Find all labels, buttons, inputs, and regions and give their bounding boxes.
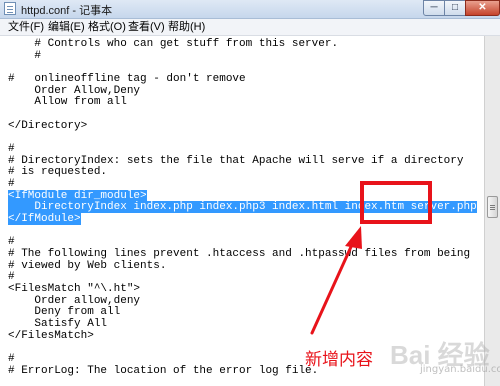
menu-file[interactable]: 文件(F) [6, 20, 46, 34]
text-line: <FilesMatch "^\.ht"> [8, 283, 140, 295]
line-text: # [8, 353, 15, 366]
line-text: Order allow,deny [8, 294, 141, 307]
text-line: # [8, 50, 41, 62]
text-line: # ErrorLog: The location of the error lo… [8, 365, 318, 377]
line-text: # [8, 178, 15, 191]
minimize-button[interactable]: ─ [423, 0, 445, 16]
line-text: # [8, 236, 15, 249]
highlight-box [360, 181, 432, 224]
line-text: # is requested. [8, 166, 108, 179]
menu-format[interactable]: 格式(O) [86, 20, 128, 34]
text-line: Order Allow,Deny [8, 85, 140, 97]
line-text: Order Allow,Deny [8, 84, 141, 97]
menu-bar: 文件(F) 编辑(E) 格式(O) 查看(V) 帮助(H) [0, 19, 500, 36]
line-text: # [8, 49, 42, 62]
text-line: Deny from all [8, 306, 120, 318]
maximize-button[interactable]: □ [444, 0, 466, 16]
line-text: # ErrorLog: The location of the error lo… [8, 364, 319, 377]
text-line: Satisfy All [8, 318, 107, 330]
text-line: # [8, 271, 15, 283]
text-line: </IfModule> [8, 213, 81, 226]
line-text: </Directory> [8, 119, 88, 132]
vertical-scrollbar[interactable] [484, 36, 500, 386]
text-line: # onlineoffline tag - don't remove [8, 73, 246, 85]
line-text: <IfModule dir_module> [8, 189, 147, 202]
line-text: </FilesMatch> [8, 329, 94, 342]
text-line: Allow from all [8, 96, 127, 109]
line-text: # [8, 143, 15, 156]
watermark-url: jingyan.baidu.com [420, 364, 500, 375]
notepad-icon [4, 2, 16, 15]
line-text: # onlineoffline tag - don't remove [8, 73, 246, 85]
line-text: Deny from all [8, 306, 121, 319]
text-line: </Directory> [8, 120, 87, 132]
title-bar: httpd.conf - 记事本 ─ □ ✕ [0, 0, 500, 19]
scrollbar-thumb[interactable] [487, 196, 498, 218]
text-line: # [8, 353, 15, 365]
text-line: # [8, 143, 15, 155]
line-text: Satisfy All [8, 318, 108, 331]
line-text: <FilesMatch "^\.ht"> [8, 283, 141, 296]
annotation-label: 新增内容 [305, 350, 373, 370]
text-line: # The following lines prevent .htaccess … [8, 248, 470, 260]
text-line: <IfModule dir_module> [8, 189, 147, 202]
text-line: # [8, 178, 15, 190]
text-line: # [8, 236, 15, 248]
line-text: # Controls who can get stuff from this s… [8, 38, 339, 50]
line-text: # The following lines prevent .htaccess … [8, 248, 471, 261]
text-line: # Controls who can get stuff from this s… [8, 38, 338, 50]
menu-view[interactable]: 查看(V) [126, 20, 167, 34]
text-line: # is requested. [8, 166, 107, 178]
text-line: Order allow,deny [8, 295, 140, 307]
line-text: # [8, 271, 15, 284]
menu-help[interactable]: 帮助(H) [166, 20, 207, 34]
grip-icon [490, 205, 495, 206]
line-text: # DirectoryIndex: sets the file that Apa… [8, 154, 464, 167]
line-text: </IfModule> [8, 213, 81, 226]
close-button[interactable]: ✕ [465, 0, 500, 16]
menu-edit[interactable]: 编辑(E) [46, 20, 87, 34]
line-text: Allow from all [8, 96, 127, 109]
line-text: # viewed by Web clients. [8, 259, 167, 272]
text-line: # DirectoryIndex: sets the file that Apa… [8, 155, 463, 167]
window-title: httpd.conf - 记事本 [21, 5, 113, 17]
text-line: # viewed by Web clients. [8, 260, 166, 272]
text-line: </FilesMatch> [8, 330, 94, 342]
